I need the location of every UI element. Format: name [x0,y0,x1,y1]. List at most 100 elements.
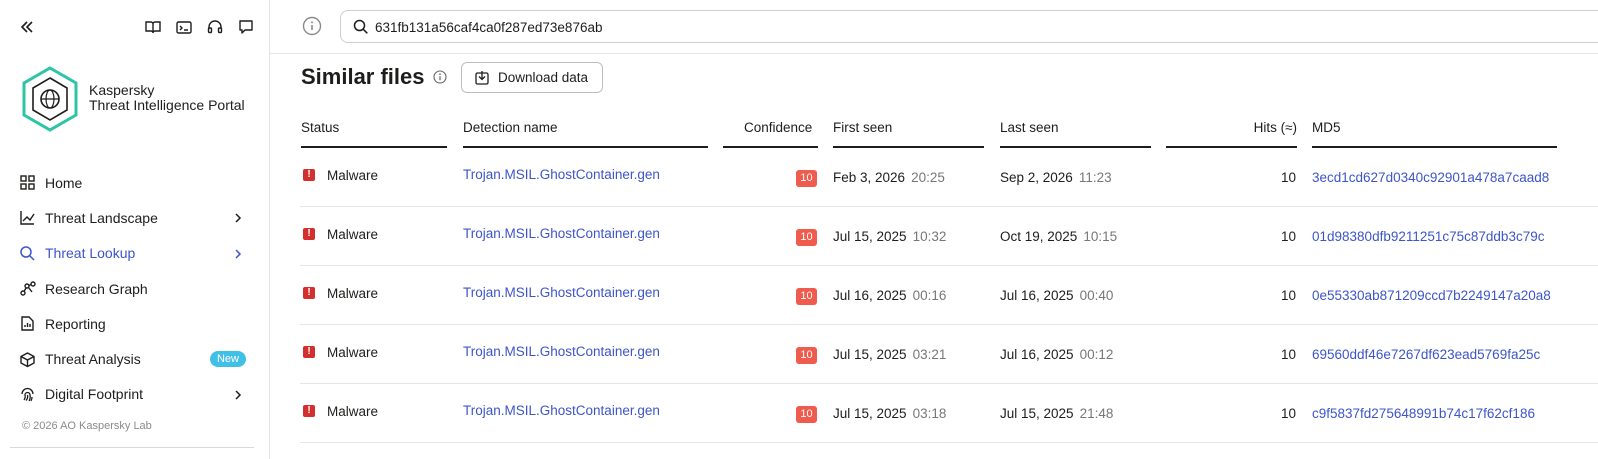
collapse-sidebar-icon[interactable] [18,18,36,36]
sidebar-item-label: Threat Lookup [45,245,136,262]
md5-link[interactable]: 3ecd1cd627d0340c92901a478a7caad8 [1312,170,1549,185]
column-header-confidence[interactable]: Confidence [744,120,812,135]
first-seen: Jul 15, 2025 10:32 [833,229,946,244]
brand-line1: Kaspersky [89,82,155,98]
info-icon[interactable] [302,16,322,36]
malware-alert-icon: ! [303,346,315,358]
md5-link[interactable]: 69560ddf46e7267df623ead5769fa25c [1312,347,1540,362]
sidebar-item-label: Home [45,174,83,191]
kaspersky-logo-icon [20,66,80,132]
last-seen: Jul 15, 2025 21:48 [1000,406,1113,421]
confidence-badge: 10 [796,406,817,423]
hits-value: 10 [1280,347,1296,362]
sidebar-item-label: Reporting [45,315,106,332]
download-icon [474,70,490,86]
headset-icon[interactable] [206,18,224,36]
first-seen-time: 03:21 [912,347,947,362]
column-header-status[interactable]: Status [301,120,339,135]
chat-icon[interactable] [237,18,255,36]
chart-line-icon [19,209,36,226]
download-data-button[interactable]: Download data [461,62,603,93]
download-label: Download data [498,70,589,85]
first-seen-time: 10:32 [912,229,947,244]
sidebar-divider [10,447,254,448]
last-seen-date: Jul 15, 2025 [1000,406,1074,421]
sidebar-item-reporting[interactable]: Reporting [0,306,270,341]
first-seen: Jul 15, 2025 03:21 [833,347,946,362]
first-seen-date: Jul 15, 2025 [833,347,907,362]
md5-link[interactable]: 01d98380dfb9211251c75c87ddb3c79c [1312,229,1544,244]
malware-alert-icon: ! [303,228,315,240]
sidebar-item-threat-lookup[interactable]: Threat Lookup [0,236,270,271]
md5-link[interactable]: c9f5837fd275648991b74c17f62cf186 [1312,406,1535,421]
last-seen-time: 00:40 [1079,288,1114,303]
sidebar-item-digital-footprint[interactable]: Digital Footprint [0,377,270,412]
info-icon[interactable] [433,70,447,84]
search-input[interactable] [375,17,1475,37]
column-header-first-seen[interactable]: First seen [833,120,892,135]
first-seen-time: 00:16 [912,288,947,303]
last-seen: Oct 19, 2025 10:15 [1000,229,1117,244]
detection-name-link[interactable]: Trojan.MSIL.GhostContainer.gen [463,167,660,182]
first-seen-date: Feb 3, 2026 [833,170,906,185]
first-seen-date: Jul 15, 2025 [833,406,907,421]
sidebar-item-threat-analysis[interactable]: Threat Analysis New [0,341,270,376]
column-header-detection-name[interactable]: Detection name [463,120,558,135]
detection-name-link[interactable]: Trojan.MSIL.GhostContainer.gen [463,226,660,241]
first-seen: Jul 16, 2025 00:16 [833,288,946,303]
hits-value: 10 [1280,170,1296,185]
home-icon [19,174,36,191]
sidebar-item-home[interactable]: Home [0,165,270,200]
sidebar-nav: Home Threat Landscape Threat Lookup Rese… [0,165,270,412]
status-label: Malware [327,404,379,419]
sidebar: Kaspersky Threat Intelligence Portal Hom… [0,0,270,459]
last-seen-time: 11:23 [1078,170,1112,185]
table-row[interactable]: ! Malware Trojan.MSIL.GhostContainer.gen… [300,148,1598,207]
copyright: © 2026 AO Kaspersky Lab [22,420,152,432]
detection-name-link[interactable]: Trojan.MSIL.GhostContainer.gen [463,403,660,418]
book-icon[interactable] [144,18,162,36]
status-label: Malware [327,227,379,242]
table-row[interactable]: ! Malware Trojan.MSIL.GhostContainer.gen… [300,384,1598,443]
confidence-badge: 10 [796,229,817,246]
column-header-md5[interactable]: MD5 [1312,120,1341,135]
last-seen-date: Oct 19, 2025 [1000,229,1078,244]
main-content: Similar files Download data Status Detec… [300,54,1598,459]
search-icon [19,245,36,262]
table-row[interactable]: ! Malware Trojan.MSIL.GhostContainer.gen… [300,266,1598,325]
md5-link[interactable]: 0e55330ab871209ccd7b2249147a20a8 [1312,288,1551,303]
last-seen: Jul 16, 2025 00:40 [1000,288,1113,303]
graph-icon [19,280,36,297]
table-row[interactable]: ! Malware Trojan.MSIL.GhostContainer.gen… [300,325,1598,384]
malware-alert-icon: ! [303,169,315,181]
malware-alert-icon: ! [303,405,315,417]
search-box[interactable] [340,10,1598,43]
sidebar-item-label: Digital Footprint [45,386,144,403]
last-seen-time: 00:12 [1079,347,1114,362]
sidebar-item-threat-landscape[interactable]: Threat Landscape [0,200,270,235]
first-seen: Feb 3, 2026 20:25 [833,170,945,185]
table-row[interactable]: ! Malware Trojan.MSIL.GhostContainer.gen… [300,207,1598,266]
first-seen-time: 20:25 [911,170,945,185]
chevron-right-icon [232,388,244,400]
status-label: Malware [327,168,379,183]
hits-value: 10 [1280,406,1296,421]
cube-icon [19,351,36,368]
page-title: Similar files [301,64,425,89]
last-seen-date: Sep 2, 2026 [1000,170,1073,185]
last-seen-time: 21:48 [1079,406,1114,421]
fingerprint-icon [19,386,36,403]
confidence-badge: 10 [796,347,817,364]
first-seen-date: Jul 15, 2025 [833,229,907,244]
column-header-hits[interactable]: Hits (≈) [1250,120,1297,135]
detection-name-link[interactable]: Trojan.MSIL.GhostContainer.gen [463,285,660,300]
detection-name-link[interactable]: Trojan.MSIL.GhostContainer.gen [463,344,660,359]
chevron-right-icon [232,247,244,259]
report-icon [19,315,36,332]
malware-alert-icon: ! [303,287,315,299]
column-header-last-seen[interactable]: Last seen [1000,120,1059,135]
sidebar-item-research-graph[interactable]: Research Graph [0,271,270,306]
terminal-icon[interactable] [175,18,193,36]
status-label: Malware [327,286,379,301]
brand[interactable]: Kaspersky Threat Intelligence Portal [20,66,260,132]
